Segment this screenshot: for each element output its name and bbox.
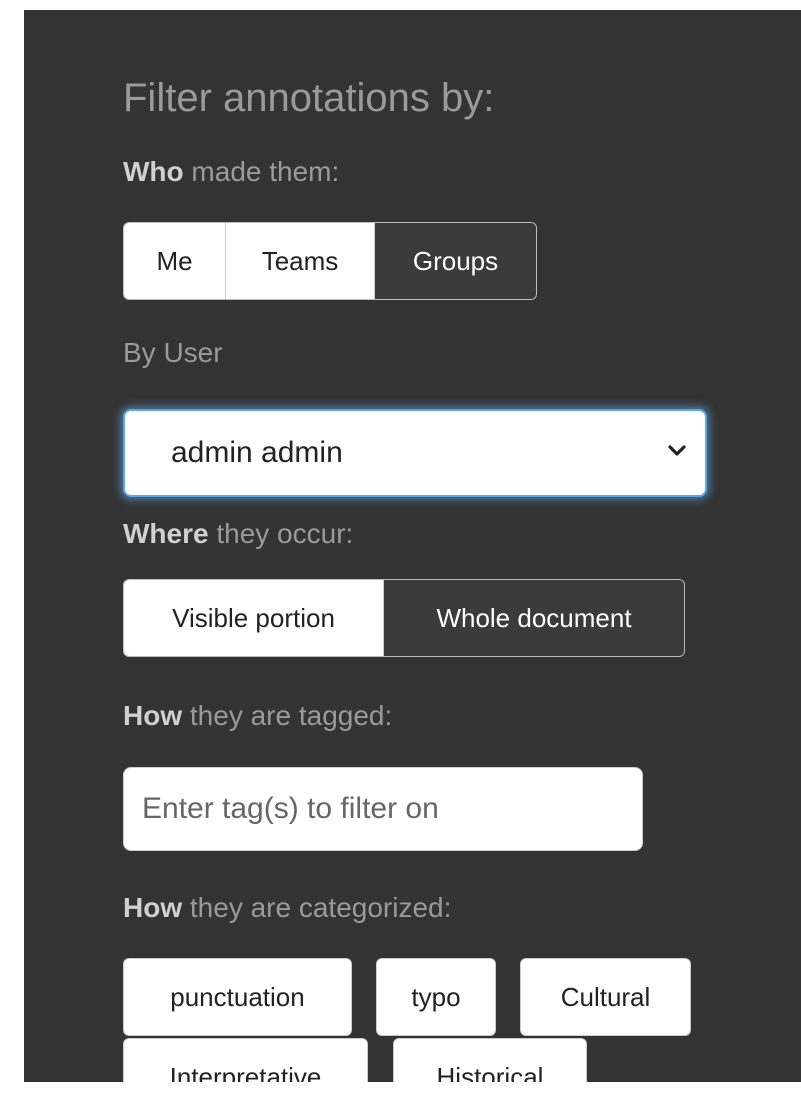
categorized-label: How they are categorized:	[123, 892, 451, 924]
category-tag[interactable]: Cultural	[520, 958, 691, 1036]
who-teams-button[interactable]: Teams	[226, 223, 375, 299]
where-whole-document-button[interactable]: Whole document	[384, 580, 684, 656]
who-label: Who made them:	[123, 156, 339, 188]
tagged-label-rest: they are tagged:	[182, 700, 393, 731]
where-button-group: Visible portion Whole document	[123, 579, 685, 657]
tagged-label-bold: How	[123, 700, 183, 731]
where-label: Where they occur:	[123, 518, 353, 550]
category-tag[interactable]: Historical	[393, 1038, 587, 1082]
filter-heading: Filter annotations by:	[123, 76, 495, 120]
categorized-label-rest: they are categorized:	[182, 892, 452, 923]
category-tag[interactable]: Interpretative	[123, 1038, 368, 1082]
by-user-label: By User	[123, 337, 223, 368]
where-visible-portion-button[interactable]: Visible portion	[124, 580, 384, 656]
who-me-button[interactable]: Me	[124, 223, 226, 299]
who-button-group: Me Teams Groups	[123, 222, 537, 300]
where-label-rest: they occur:	[208, 518, 354, 549]
filter-panel: Filter annotations by: Who made them: Me…	[24, 10, 801, 1082]
tag-filter-input[interactable]	[123, 767, 643, 851]
where-label-bold: Where	[123, 518, 209, 549]
tagged-label: How they are tagged:	[123, 700, 392, 732]
who-groups-button[interactable]: Groups	[375, 223, 536, 299]
who-label-bold: Who	[123, 156, 184, 187]
category-tag[interactable]: typo	[376, 958, 496, 1036]
categorized-label-bold: How	[123, 892, 183, 923]
user-select[interactable]: admin admin	[123, 409, 707, 497]
user-select-value: admin admin	[171, 436, 343, 469]
chevron-down-icon	[668, 445, 686, 456]
who-label-rest: made them:	[183, 156, 340, 187]
category-tag[interactable]: punctuation	[123, 958, 352, 1036]
